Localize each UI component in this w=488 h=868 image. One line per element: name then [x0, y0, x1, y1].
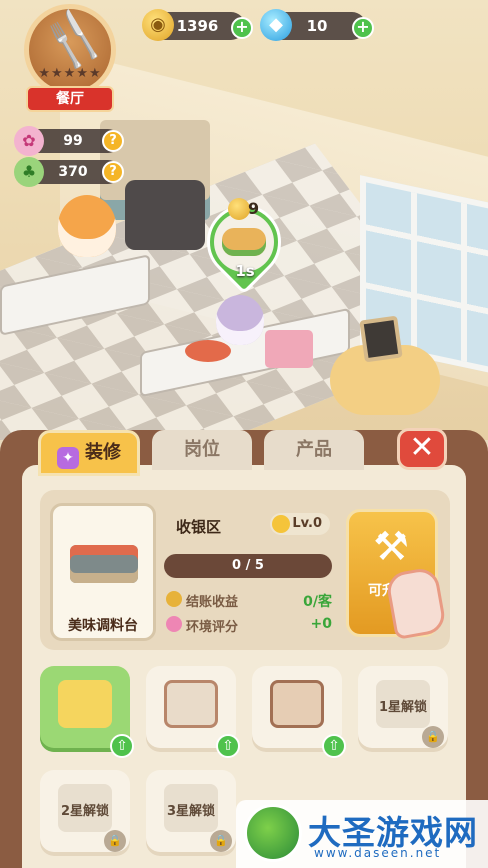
food-order-icon	[222, 228, 266, 256]
slot-cash-register[interactable]: ⇧	[40, 666, 134, 758]
add-coins-button[interactable]: +	[231, 17, 253, 39]
environment-score-value: +0	[310, 616, 332, 632]
order-coin-count: 9	[248, 199, 260, 218]
unlock-requirement: 3星解锁	[166, 804, 216, 819]
add-gems-button[interactable]: +	[352, 17, 374, 39]
crown-icon	[272, 515, 290, 533]
slot-stove[interactable]: ⇧	[146, 666, 240, 758]
clover-icon: ♣	[14, 157, 44, 187]
wrench-screwdriver-icon: ⚒	[373, 524, 409, 570]
tab-decorate-label: 装修	[85, 442, 121, 463]
chef-hamster[interactable]	[58, 195, 116, 257]
progress-text: 0 / 5	[232, 558, 264, 573]
station-name: 收银区	[176, 518, 222, 536]
tab-decorate[interactable]: ✦ 装修	[38, 430, 140, 476]
upgrade-arrow-icon: ⇧	[216, 734, 240, 758]
watermark-logo-icon	[244, 804, 302, 862]
close-button[interactable]: ✕	[397, 428, 447, 470]
item-name: 美味调料台	[68, 618, 138, 634]
stove-icon	[164, 680, 218, 728]
flower-icon: ✿	[14, 126, 44, 156]
flower-help-button[interactable]: ?	[102, 130, 124, 152]
upgrade-progress-bar: 0 / 5	[164, 554, 332, 578]
pink-cash-register	[265, 330, 313, 368]
watermark-url: www.daseen.net	[314, 846, 442, 860]
checkout-income-label: 结账收益	[186, 595, 239, 610]
lock-icon: 🔒	[210, 830, 232, 852]
restaurant-label: 餐厅	[26, 86, 114, 112]
chair-icon	[270, 680, 324, 728]
level-text: Lv.0	[292, 516, 322, 531]
menu-sign	[359, 315, 403, 363]
flower-value: 99	[63, 133, 83, 149]
cashier-hamster[interactable]	[216, 295, 264, 345]
order-timer: 1s	[235, 262, 255, 280]
coin-icon	[166, 591, 182, 607]
kitchen-stove[interactable]	[125, 180, 205, 250]
tab-products[interactable]: 产品	[264, 430, 364, 470]
unlock-requirement: 2星解锁	[60, 804, 110, 819]
flower-stat: ✿ 99 ?	[14, 126, 124, 156]
star-rating: ★★★★★	[38, 66, 102, 81]
lock-icon: 🔒	[104, 830, 126, 852]
coin-counter: ◉ 1396 +	[142, 9, 253, 41]
slot-locked-2[interactable]: 2星解锁 🔒	[40, 770, 130, 856]
environment-score-label: 环境评分	[186, 620, 239, 635]
gem-counter: ◆ 10 +	[260, 9, 374, 41]
clover-value: 370	[58, 164, 88, 180]
clover-help-button[interactable]: ?	[102, 161, 124, 183]
slot-locked-1[interactable]: 1星解锁 🔒	[358, 666, 448, 752]
upgrade-arrow-icon: ⇧	[322, 734, 346, 758]
clover-stat: ♣ 370 ?	[14, 157, 124, 187]
lock-icon: 🔒	[422, 726, 444, 748]
restaurant-badge[interactable]: 🍴 ★★★★★ 餐厅	[20, 0, 120, 114]
unlock-requirement: 1星解锁	[378, 700, 428, 715]
cash-register-icon	[58, 680, 112, 728]
condiment-station-icon	[70, 545, 138, 583]
coin-icon	[228, 198, 250, 220]
food-dish	[185, 340, 231, 362]
checkout-income-value: 0/客	[303, 594, 332, 610]
hairdryer-icon: ✦	[57, 447, 79, 469]
upgrade-arrow-icon: ⇧	[110, 734, 134, 758]
slot-chair[interactable]: ⇧	[252, 666, 346, 758]
level-badge: Lv.0	[270, 513, 330, 535]
slot-locked-3[interactable]: 3星解锁 🔒	[146, 770, 236, 856]
tab-positions[interactable]: 岗位	[152, 430, 252, 470]
flower-icon	[166, 616, 182, 632]
